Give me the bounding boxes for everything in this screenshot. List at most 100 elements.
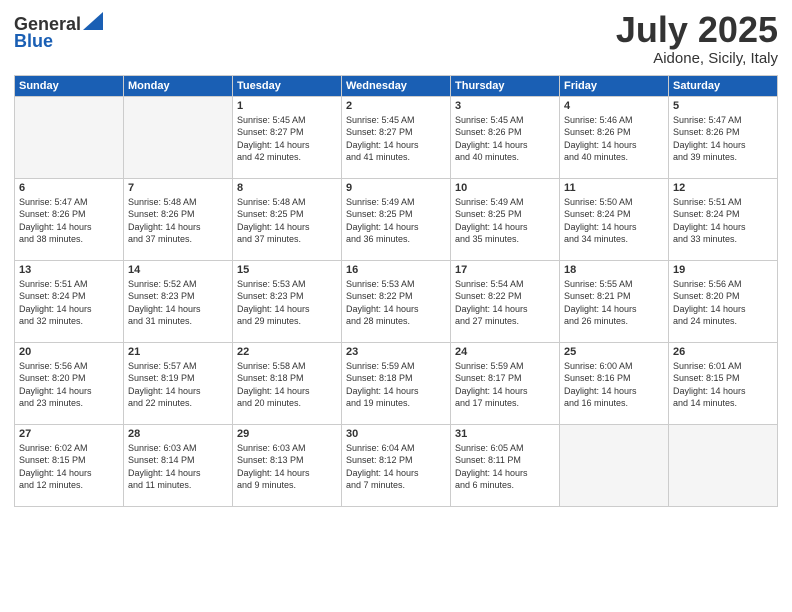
- day-detail: Sunrise: 5:56 AM Sunset: 8:20 PM Dayligh…: [673, 278, 773, 328]
- day-detail: Sunrise: 6:02 AM Sunset: 8:15 PM Dayligh…: [19, 442, 119, 492]
- calendar-cell: 31 Sunrise: 6:05 AM Sunset: 8:11 PM Dayli…: [451, 424, 560, 506]
- calendar-cell: 27Sunrise: 6:02 AM Sunset: 8:15 PM Dayli…: [15, 424, 124, 506]
- logo-icon: [83, 12, 103, 30]
- calendar-cell: 3 Sunrise: 5:45 AM Sunset: 8:26 PM Daylig…: [451, 96, 560, 178]
- day-detail: Sunrise: 6:01 AM Sunset: 8:15 PM Dayligh…: [673, 360, 773, 410]
- weekday-header: Tuesday: [233, 75, 342, 96]
- calendar-cell: 10Sunrise: 5:49 AM Sunset: 8:25 PM Dayli…: [451, 178, 560, 260]
- calendar-cell: 17Sunrise: 5:54 AM Sunset: 8:22 PM Dayli…: [451, 260, 560, 342]
- weekday-header: Saturday: [669, 75, 778, 96]
- day-number: 22: [237, 346, 337, 358]
- location: Aidone, Sicily, Italy: [616, 50, 778, 67]
- weekday-header: Wednesday: [342, 75, 451, 96]
- day-detail: Sunrise: 5:45 AM Sunset: 8:27 PM Dayligh…: [237, 114, 337, 164]
- calendar-cell: 26 Sunrise: 6:01 AM Sunset: 8:15 PM Dayli…: [669, 342, 778, 424]
- day-detail: Sunrise: 5:51 AM Sunset: 8:24 PM Dayligh…: [19, 278, 119, 328]
- calendar-cell: 24 Sunrise: 5:59 AM Sunset: 8:17 PM Dayli…: [451, 342, 560, 424]
- day-number: 13: [19, 264, 119, 276]
- page: General Blue July 2025 Aidone, Sicily, I…: [0, 0, 792, 612]
- calendar-cell: 22 Sunrise: 5:58 AM Sunset: 8:18 PM Dayli…: [233, 342, 342, 424]
- day-number: 26: [673, 346, 773, 358]
- day-detail: Sunrise: 5:45 AM Sunset: 8:26 PM Dayligh…: [455, 114, 555, 164]
- calendar-table: SundayMondayTuesdayWednesdayThursdayFrid…: [14, 75, 778, 507]
- day-detail: Sunrise: 6:03 AM Sunset: 8:14 PM Dayligh…: [128, 442, 228, 492]
- month-title: July 2025: [616, 10, 778, 50]
- day-detail: Sunrise: 5:59 AM Sunset: 8:18 PM Dayligh…: [346, 360, 446, 410]
- calendar-cell: 15 Sunrise: 5:53 AM Sunset: 8:23 PM Dayli…: [233, 260, 342, 342]
- calendar-cell: 12 Sunrise: 5:51 AM Sunset: 8:24 PM Dayli…: [669, 178, 778, 260]
- weekday-header: Monday: [124, 75, 233, 96]
- day-detail: Sunrise: 5:47 AM Sunset: 8:26 PM Dayligh…: [19, 196, 119, 246]
- calendar-cell: 13 Sunrise: 5:51 AM Sunset: 8:24 PM Dayli…: [15, 260, 124, 342]
- day-detail: Sunrise: 5:52 AM Sunset: 8:23 PM Dayligh…: [128, 278, 228, 328]
- day-number: 25: [564, 346, 664, 358]
- day-number: 24: [455, 346, 555, 358]
- header: General Blue July 2025 Aidone, Sicily, I…: [14, 10, 778, 67]
- calendar-cell: 7 Sunrise: 5:48 AM Sunset: 8:26 PM Daylig…: [124, 178, 233, 260]
- day-number: 14: [128, 264, 228, 276]
- day-number: 3: [455, 100, 555, 112]
- day-number: 28: [128, 428, 228, 440]
- calendar-cell: 11Sunrise: 5:50 AM Sunset: 8:24 PM Dayli…: [560, 178, 669, 260]
- day-detail: Sunrise: 5:48 AM Sunset: 8:25 PM Dayligh…: [237, 196, 337, 246]
- calendar-cell: 1 Sunrise: 5:45 AM Sunset: 8:27 PM Daylig…: [233, 96, 342, 178]
- calendar-cell: 19 Sunrise: 5:56 AM Sunset: 8:20 PM Dayli…: [669, 260, 778, 342]
- calendar-cell: 20 Sunrise: 5:56 AM Sunset: 8:20 PM Dayli…: [15, 342, 124, 424]
- calendar-cell: 4 Sunrise: 5:46 AM Sunset: 8:26 PM Daylig…: [560, 96, 669, 178]
- day-number: 4: [564, 100, 664, 112]
- calendar-cell: 30 Sunrise: 6:04 AM Sunset: 8:12 PM Dayli…: [342, 424, 451, 506]
- calendar-cell: 6 Sunrise: 5:47 AM Sunset: 8:26 PM Daylig…: [15, 178, 124, 260]
- day-detail: Sunrise: 5:45 AM Sunset: 8:27 PM Dayligh…: [346, 114, 446, 164]
- day-detail: Sunrise: 5:56 AM Sunset: 8:20 PM Dayligh…: [19, 360, 119, 410]
- day-detail: Sunrise: 5:59 AM Sunset: 8:17 PM Dayligh…: [455, 360, 555, 410]
- day-number: 2: [346, 100, 446, 112]
- calendar-cell: [560, 424, 669, 506]
- day-number: 11: [564, 182, 664, 194]
- day-number: 15: [237, 264, 337, 276]
- day-detail: Sunrise: 5:48 AM Sunset: 8:26 PM Dayligh…: [128, 196, 228, 246]
- day-detail: Sunrise: 5:51 AM Sunset: 8:24 PM Dayligh…: [673, 196, 773, 246]
- day-number: 16: [346, 264, 446, 276]
- calendar-cell: [124, 96, 233, 178]
- day-number: 18: [564, 264, 664, 276]
- day-number: 29: [237, 428, 337, 440]
- logo: General Blue: [14, 14, 103, 52]
- day-detail: Sunrise: 5:49 AM Sunset: 8:25 PM Dayligh…: [346, 196, 446, 246]
- day-detail: Sunrise: 5:54 AM Sunset: 8:22 PM Dayligh…: [455, 278, 555, 328]
- calendar-cell: [15, 96, 124, 178]
- weekday-header: Thursday: [451, 75, 560, 96]
- day-number: 20: [19, 346, 119, 358]
- calendar-cell: 29 Sunrise: 6:03 AM Sunset: 8:13 PM Dayli…: [233, 424, 342, 506]
- calendar-cell: 8 Sunrise: 5:48 AM Sunset: 8:25 PM Daylig…: [233, 178, 342, 260]
- calendar-cell: 21Sunrise: 5:57 AM Sunset: 8:19 PM Dayli…: [124, 342, 233, 424]
- day-detail: Sunrise: 6:04 AM Sunset: 8:12 PM Dayligh…: [346, 442, 446, 492]
- day-detail: Sunrise: 5:53 AM Sunset: 8:23 PM Dayligh…: [237, 278, 337, 328]
- day-detail: Sunrise: 5:47 AM Sunset: 8:26 PM Dayligh…: [673, 114, 773, 164]
- day-number: 12: [673, 182, 773, 194]
- calendar-cell: 23Sunrise: 5:59 AM Sunset: 8:18 PM Dayli…: [342, 342, 451, 424]
- day-detail: Sunrise: 5:58 AM Sunset: 8:18 PM Dayligh…: [237, 360, 337, 410]
- day-number: 31: [455, 428, 555, 440]
- day-number: 1: [237, 100, 337, 112]
- weekday-header: Sunday: [15, 75, 124, 96]
- day-detail: Sunrise: 5:46 AM Sunset: 8:26 PM Dayligh…: [564, 114, 664, 164]
- day-number: 8: [237, 182, 337, 194]
- calendar-cell: 28 Sunrise: 6:03 AM Sunset: 8:14 PM Dayli…: [124, 424, 233, 506]
- day-number: 7: [128, 182, 228, 194]
- day-number: 6: [19, 182, 119, 194]
- day-detail: Sunrise: 5:49 AM Sunset: 8:25 PM Dayligh…: [455, 196, 555, 246]
- weekday-header: Friday: [560, 75, 669, 96]
- day-number: 5: [673, 100, 773, 112]
- calendar-cell: 18 Sunrise: 5:55 AM Sunset: 8:21 PM Dayli…: [560, 260, 669, 342]
- title-block: July 2025 Aidone, Sicily, Italy: [616, 10, 778, 67]
- day-detail: Sunrise: 6:05 AM Sunset: 8:11 PM Dayligh…: [455, 442, 555, 492]
- day-detail: Sunrise: 5:55 AM Sunset: 8:21 PM Dayligh…: [564, 278, 664, 328]
- calendar-cell: 25 Sunrise: 6:00 AM Sunset: 8:16 PM Dayli…: [560, 342, 669, 424]
- day-detail: Sunrise: 6:03 AM Sunset: 8:13 PM Dayligh…: [237, 442, 337, 492]
- calendar-cell: 2 Sunrise: 5:45 AM Sunset: 8:27 PM Daylig…: [342, 96, 451, 178]
- calendar-cell: 14 Sunrise: 5:52 AM Sunset: 8:23 PM Dayli…: [124, 260, 233, 342]
- day-number: 19: [673, 264, 773, 276]
- day-detail: Sunrise: 6:00 AM Sunset: 8:16 PM Dayligh…: [564, 360, 664, 410]
- calendar-cell: 16Sunrise: 5:53 AM Sunset: 8:22 PM Dayli…: [342, 260, 451, 342]
- day-number: 30: [346, 428, 446, 440]
